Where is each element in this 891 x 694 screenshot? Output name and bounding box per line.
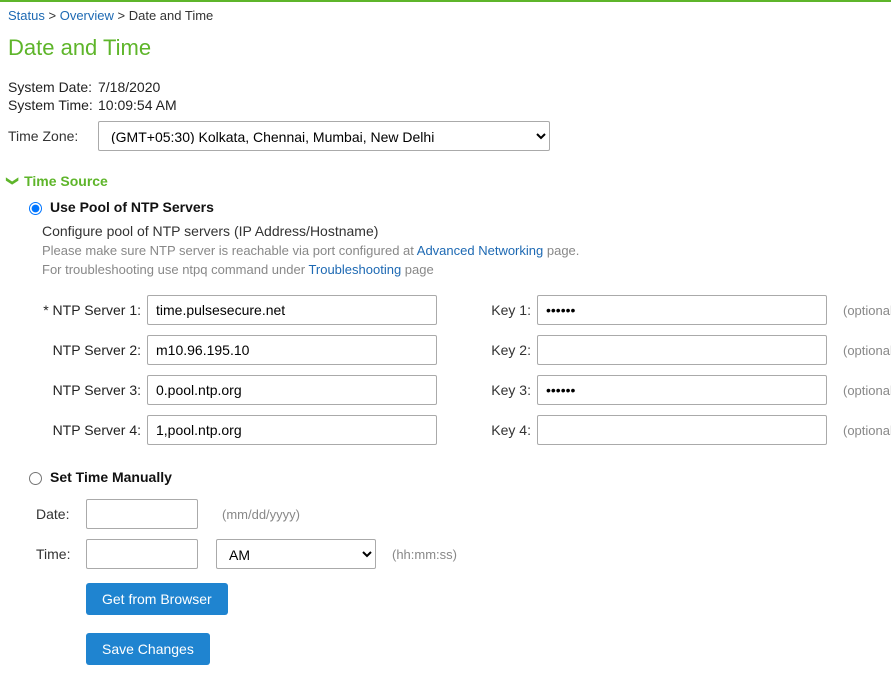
system-date-label: System Date:: [8, 79, 98, 95]
ntp-server-3-label: NTP Server 3:: [42, 382, 147, 398]
timezone-label: Time Zone:: [8, 128, 98, 144]
ntp-hint-2: For troubleshooting use ntpq command und…: [42, 258, 883, 277]
key-3-input[interactable]: [537, 375, 827, 405]
key-4-label: Key 4:: [447, 422, 537, 438]
breadcrumb-link-overview[interactable]: Overview: [60, 8, 114, 23]
key-3-label: Key 3:: [447, 382, 537, 398]
system-date-value: 7/18/2020: [98, 79, 160, 95]
radio-manual-label: Set Time Manually: [50, 469, 172, 485]
ntp-server-3-input[interactable]: [147, 375, 437, 405]
manual-date-hint: (mm/dd/yyyy): [216, 507, 386, 522]
key-1-label: Key 1:: [447, 302, 537, 318]
breadcrumb-sep: >: [118, 8, 129, 23]
manual-time-label: Time:: [36, 546, 86, 562]
ntp-hint-1: Please make sure NTP server is reachable…: [42, 239, 883, 258]
key-4-optional: (optional): [837, 423, 891, 438]
system-time-label: System Time:: [8, 97, 98, 113]
link-troubleshooting[interactable]: Troubleshooting: [308, 262, 401, 277]
key-1-input[interactable]: [537, 295, 827, 325]
radio-ntp-label: Use Pool of NTP Servers: [50, 199, 214, 215]
manual-ampm-select[interactable]: AM: [216, 539, 376, 569]
timezone-select[interactable]: (GMT+05:30) Kolkata, Chennai, Mumbai, Ne…: [98, 121, 550, 151]
ntp-server-4-label: NTP Server 4:: [42, 422, 147, 438]
ntp-server-4-input[interactable]: [147, 415, 437, 445]
manual-time-hint: (hh:mm:ss): [386, 547, 466, 562]
key-2-input[interactable]: [537, 335, 827, 365]
save-changes-button[interactable]: Save Changes: [86, 633, 210, 665]
radio-manual[interactable]: [29, 472, 42, 485]
key-4-input[interactable]: [537, 415, 827, 445]
ntp-description: Configure pool of NTP servers (IP Addres…: [42, 221, 883, 239]
ntp-server-1-label: * NTP Server 1:: [42, 302, 147, 318]
key-2-label: Key 2:: [447, 342, 537, 358]
key-2-optional: (optional): [837, 343, 891, 358]
link-advanced-networking[interactable]: Advanced Networking: [417, 243, 543, 258]
ntp-server-2-label: NTP Server 2:: [42, 342, 147, 358]
key-1-optional: (optional): [837, 303, 891, 318]
radio-ntp[interactable]: [29, 202, 42, 215]
breadcrumb-link-status[interactable]: Status: [8, 8, 45, 23]
get-from-browser-button[interactable]: Get from Browser: [86, 583, 228, 615]
time-source-toggle[interactable]: ❯ Time Source: [0, 151, 891, 199]
manual-date-label: Date:: [36, 506, 86, 522]
ntp-server-2-input[interactable]: [147, 335, 437, 365]
page-title: Date and Time: [0, 25, 891, 79]
manual-time-input[interactable]: [86, 539, 198, 569]
key-3-optional: (optional): [837, 383, 891, 398]
manual-date-input[interactable]: [86, 499, 198, 529]
breadcrumb-sep: >: [48, 8, 59, 23]
breadcrumb: Status > Overview > Date and Time: [0, 2, 891, 25]
time-source-label: Time Source: [24, 173, 108, 189]
system-time-value: 10:09:54 AM: [98, 97, 177, 113]
breadcrumb-current: Date and Time: [129, 8, 214, 23]
chevron-down-icon: ❯: [6, 176, 20, 186]
ntp-server-1-input[interactable]: [147, 295, 437, 325]
